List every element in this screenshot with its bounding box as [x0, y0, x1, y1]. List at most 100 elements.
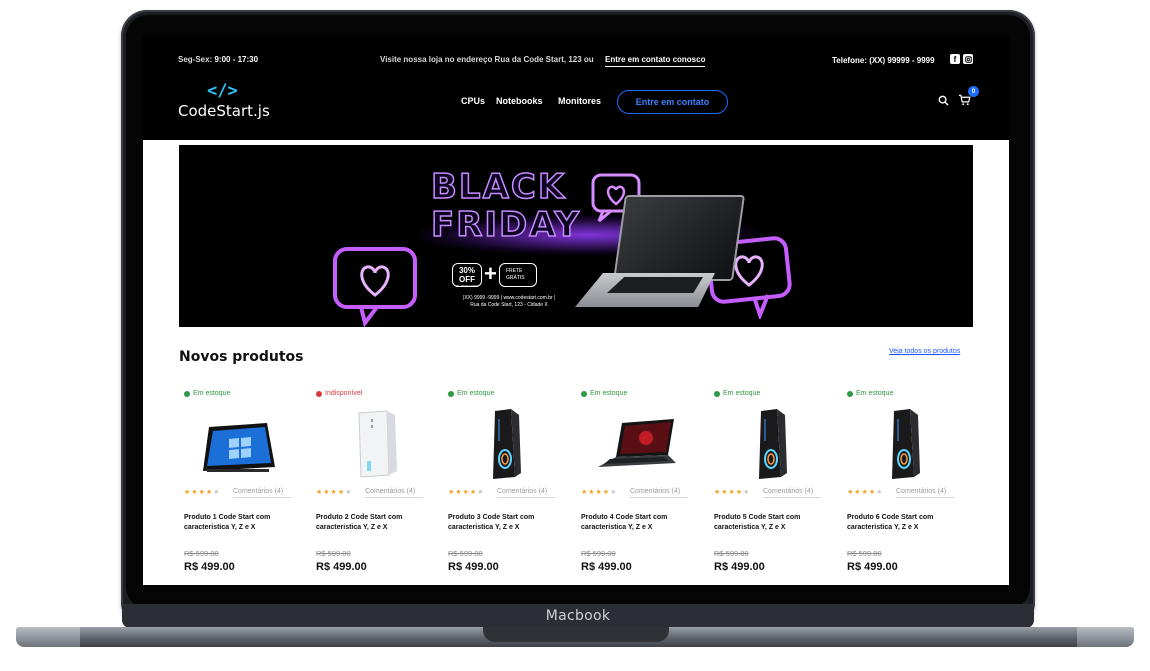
- stock-status: Indisponível: [316, 390, 362, 397]
- nav-link-monitores[interactable]: Monitores: [558, 96, 601, 106]
- old-price: R$ 599.00: [184, 549, 219, 558]
- laptop-mockup: Seg-Sex: 9:00 - 17:30 Visite nossa loja …: [0, 0, 1150, 671]
- section-title: Novos produtos: [179, 349, 304, 365]
- check-icon: [448, 390, 454, 397]
- star-rating: ★★★★★: [581, 489, 618, 496]
- top-info-bar: Seg-Sex: 9:00 - 17:30 Visite nossa loja …: [143, 36, 1009, 76]
- phone-number: Telefone: (XX) 99999 - 9999: [832, 56, 935, 65]
- product-card[interactable]: Em estoque ★★★★★ Comentários (4) Produto…: [709, 390, 827, 580]
- contact-button[interactable]: Entre em contato: [617, 90, 728, 114]
- star-rating: ★★★★★: [448, 489, 485, 496]
- star-rating: ★★★★★: [847, 489, 884, 496]
- laptop-chin: Macbook: [122, 604, 1034, 628]
- old-price: R$ 599.00: [581, 549, 616, 558]
- laptop-base-notch: [483, 627, 669, 642]
- discount-note: DE DESCONTO: [456, 284, 478, 288]
- search-icon[interactable]: [938, 95, 949, 106]
- product-price: R$ 499.00: [847, 561, 898, 573]
- product-name[interactable]: Produto 4 Code Start com caracteristica …: [581, 513, 693, 533]
- visit-text: Visite nossa loja no endereço Rua da Cod…: [380, 55, 594, 64]
- product-price: R$ 499.00: [316, 561, 367, 573]
- reviews-link[interactable]: Comentários (4): [497, 488, 555, 498]
- stock-label: Em estoque: [590, 390, 628, 397]
- stock-status: Em estoque: [184, 390, 230, 397]
- banner-contact-info: (XX) 9999 -9999 | www.codestart.com.br |…: [447, 295, 571, 309]
- product-card[interactable]: Em estoque ★★★★★ Comentários (4) Produto…: [576, 390, 694, 580]
- old-price: R$ 599.00: [714, 549, 749, 558]
- old-price: R$ 599.00: [448, 549, 483, 558]
- business-hours: Seg-Sex: 9:00 - 17:30: [178, 55, 258, 64]
- facebook-icon[interactable]: f: [950, 54, 960, 64]
- product-price: R$ 499.00: [714, 561, 765, 573]
- check-icon: [581, 390, 587, 397]
- product-price: R$ 499.00: [581, 561, 632, 573]
- product-price: R$ 499.00: [184, 561, 235, 573]
- frete-line1: FRETE: [506, 268, 523, 274]
- old-price: R$ 599.00: [847, 549, 882, 558]
- stock-status: Em estoque: [847, 390, 893, 397]
- banner-info-line1: (XX) 9999 -9999 | www.codestart.com.br |: [462, 295, 556, 301]
- cart-count-badge: 0: [968, 86, 979, 97]
- product-name[interactable]: Produto 3 Code Start com caracteristica …: [448, 513, 560, 533]
- site-logo[interactable]: CodeStart.js: [178, 102, 270, 120]
- star-rating: ★★★★★: [316, 489, 353, 496]
- product-card[interactable]: Indisponível ★★★★★ Comentários (4) Produ…: [311, 390, 429, 580]
- product-card[interactable]: Em estoque ★★★★★ Comentários (4) Produto…: [179, 390, 297, 580]
- old-price: R$ 599.00: [316, 549, 351, 558]
- stock-status: Em estoque: [714, 390, 760, 397]
- product-card[interactable]: Em estoque ★★★★★ Comentários (4) Produto…: [842, 390, 960, 580]
- hours-value: 9:00 - 17:30: [214, 55, 259, 64]
- nav-link-cpus[interactable]: CPUs: [461, 96, 485, 106]
- check-icon: [184, 390, 190, 397]
- stock-label: Em estoque: [457, 390, 495, 397]
- banner-title-black: BLACK: [430, 166, 567, 208]
- star-rating: ★★★★★: [184, 489, 221, 496]
- laptop-base-left: [16, 627, 80, 647]
- reviews-link[interactable]: Comentários (4): [763, 488, 821, 498]
- contact-link[interactable]: Entre em contato conosco: [605, 55, 706, 67]
- product-name[interactable]: Produto 1 Code Start com caracteristica …: [184, 513, 296, 533]
- product-image-gaming-tower[interactable]: [729, 405, 809, 483]
- discount-badge: 30% OFF DE DESCONTO: [452, 263, 482, 288]
- free-shipping-badge: FRETE GRÁTIS: [499, 263, 537, 287]
- hours-label: Seg-Sex:: [178, 55, 213, 64]
- product-image-gaming-tower[interactable]: [463, 405, 543, 483]
- product-name[interactable]: Produto 6 Code Start com caracteristica …: [847, 513, 959, 533]
- check-icon: [714, 390, 720, 397]
- check-icon: [847, 390, 853, 397]
- discount-word: OFF: [459, 275, 475, 284]
- instagram-icon[interactable]: [963, 54, 973, 64]
- cart-icon[interactable]: [958, 94, 971, 106]
- stock-label: Em estoque: [723, 390, 761, 397]
- main-navbar: </> CodeStart.js CPUs Notebooks Monitore…: [143, 76, 1009, 140]
- product-image-white-case[interactable]: [331, 405, 411, 483]
- product-image-all-in-one[interactable]: [199, 405, 279, 483]
- screen: Seg-Sex: 9:00 - 17:30 Visite nossa loja …: [143, 36, 1009, 585]
- product-card[interactable]: Em estoque ★★★★★ Comentários (4) Produto…: [443, 390, 561, 580]
- discount-value: 30%: [458, 266, 475, 275]
- stock-label: Em estoque: [193, 390, 231, 397]
- product-price: R$ 499.00: [448, 561, 499, 573]
- stock-label: Indisponível: [325, 390, 363, 397]
- frete-line2: GRÁTIS: [506, 275, 525, 281]
- stock-status: Em estoque: [581, 390, 627, 397]
- plus-icon: +: [484, 261, 497, 286]
- view-all-products-link[interactable]: Veja todos os produtos: [889, 348, 960, 355]
- nav-link-notebooks[interactable]: Notebooks: [496, 96, 543, 106]
- product-name[interactable]: Produto 2 Code Start com caracteristica …: [316, 513, 428, 533]
- reviews-link[interactable]: Comentários (4): [365, 488, 423, 498]
- stock-status: Em estoque: [448, 390, 494, 397]
- product-name[interactable]: Produto 5 Code Start com caracteristica …: [714, 513, 826, 533]
- unavailable-icon: [316, 390, 322, 397]
- reviews-link[interactable]: Comentários (4): [630, 488, 688, 498]
- product-image-gaming-tower[interactable]: [862, 405, 942, 483]
- reviews-link[interactable]: Comentários (4): [896, 488, 954, 498]
- banner-title-friday: FRIDAY: [430, 204, 581, 246]
- banner-info-line2: Rua da Code Start, 123 - Cidade X: [470, 302, 548, 308]
- reviews-link[interactable]: Comentários (4): [233, 488, 291, 498]
- black-friday-banner[interactable]: BLACK FRIDAY 30% OFF DE DESCONTO + FRETE…: [179, 145, 973, 327]
- banner-laptop-image: [612, 195, 746, 281]
- code-logo-icon[interactable]: </>: [207, 81, 238, 101]
- heart-bubble-icon: [333, 247, 417, 327]
- product-image-gaming-laptop[interactable]: [596, 405, 676, 483]
